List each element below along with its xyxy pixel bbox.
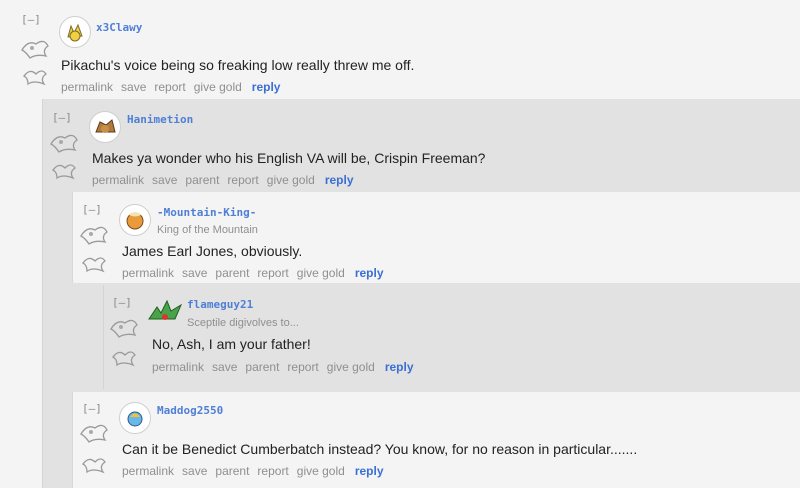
give-gold-link[interactable]: give gold [267,173,315,187]
avatar[interactable] [89,111,121,143]
give-gold-link[interactable]: give gold [327,360,375,374]
collapse-toggle[interactable]: [–] [52,111,72,124]
report-link[interactable]: report [287,360,318,374]
permalink-link[interactable]: permalink [152,360,204,374]
comment-body: No, Ash, I am your father! [152,336,311,352]
save-link[interactable]: save [121,80,146,94]
permalink-link[interactable]: permalink [61,80,113,94]
legendary-pokemon-outline-icon [81,454,107,479]
comment-3: [–] -Mountain-King- King of the Mountain… [72,192,800,283]
report-link[interactable]: report [227,173,258,187]
comment-author[interactable]: -Mountain-King- [157,206,256,219]
permalink-link[interactable]: permalink [122,266,174,280]
collapse-toggle[interactable]: [–] [21,13,41,26]
comment-body: Makes ya wonder who his English VA will … [92,150,486,166]
legendary-pokemon-outline-icon [20,36,50,65]
comment-actions: permalink save parent report give gold reply [92,173,362,187]
comment-body: Pikachu's voice being so freaking low re… [61,57,415,73]
collapse-toggle[interactable]: [–] [112,296,132,309]
report-link[interactable]: report [257,266,288,280]
parent-link[interactable]: parent [215,266,249,280]
comment-1: [–] x3Clawy Pikachu's voice being so fre… [0,0,800,100]
comment-5: [–] Maddog2550 Can it be Benedict Cumber… [72,392,800,488]
give-gold-link[interactable]: give gold [194,80,242,94]
reply-link[interactable]: reply [385,360,414,374]
parent-link[interactable]: parent [185,173,219,187]
reply-link[interactable]: reply [252,80,281,94]
comment-actions: permalink save parent report give gold reply [122,464,392,478]
give-gold-link[interactable]: give gold [297,464,345,478]
comment-author[interactable]: Maddog2550 [157,404,223,417]
report-link[interactable]: report [154,80,185,94]
collapse-toggle[interactable]: [–] [82,203,102,216]
comment-actions: permalink save parent report give gold reply [122,266,392,280]
comment-body: Can it be Benedict Cumberbatch instead? … [122,441,638,457]
parent-link[interactable]: parent [245,360,279,374]
save-link[interactable]: save [182,464,207,478]
permalink-link[interactable]: permalink [92,173,144,187]
reply-link[interactable]: reply [325,173,354,187]
legendary-pokemon-outline-icon [81,253,107,278]
comment-author[interactable]: x3Clawy [96,21,142,34]
comment-actions: permalink save parent report give gold reply [152,360,422,374]
save-link[interactable]: save [182,266,207,280]
avatar[interactable] [147,297,183,329]
avatar[interactable] [119,204,151,236]
avatar[interactable] [119,402,151,434]
permalink-link[interactable]: permalink [122,464,174,478]
reply-link[interactable]: reply [355,266,384,280]
legendary-pokemon-outline-icon [51,160,77,185]
report-link[interactable]: report [257,464,288,478]
give-gold-link[interactable]: give gold [297,266,345,280]
save-link[interactable]: save [152,173,177,187]
collapse-toggle[interactable]: [–] [82,402,102,415]
comment-body: James Earl Jones, obviously. [122,243,303,259]
avatar[interactable] [59,16,91,48]
parent-link[interactable]: parent [215,464,249,478]
legendary-pokemon-outline-icon [49,130,79,159]
user-flair: Sceptile digivolves to... [187,317,299,329]
legendary-pokemon-outline-icon [79,420,109,449]
comment-author[interactable]: flameguy21 [187,298,253,311]
comment-author[interactable]: Hanimetion [127,113,193,126]
legendary-pokemon-outline-icon [79,222,109,251]
legendary-pokemon-outline-icon [109,315,139,344]
legendary-pokemon-outline-icon [22,66,48,91]
user-flair: King of the Mountain [157,224,258,236]
legendary-pokemon-outline-icon [111,347,137,372]
save-link[interactable]: save [212,360,237,374]
comment-actions: permalink save report give gold reply [61,80,288,94]
reply-link[interactable]: reply [355,464,384,478]
comment-4: [–] flameguy21 Sceptile digivolves to...… [103,285,800,389]
